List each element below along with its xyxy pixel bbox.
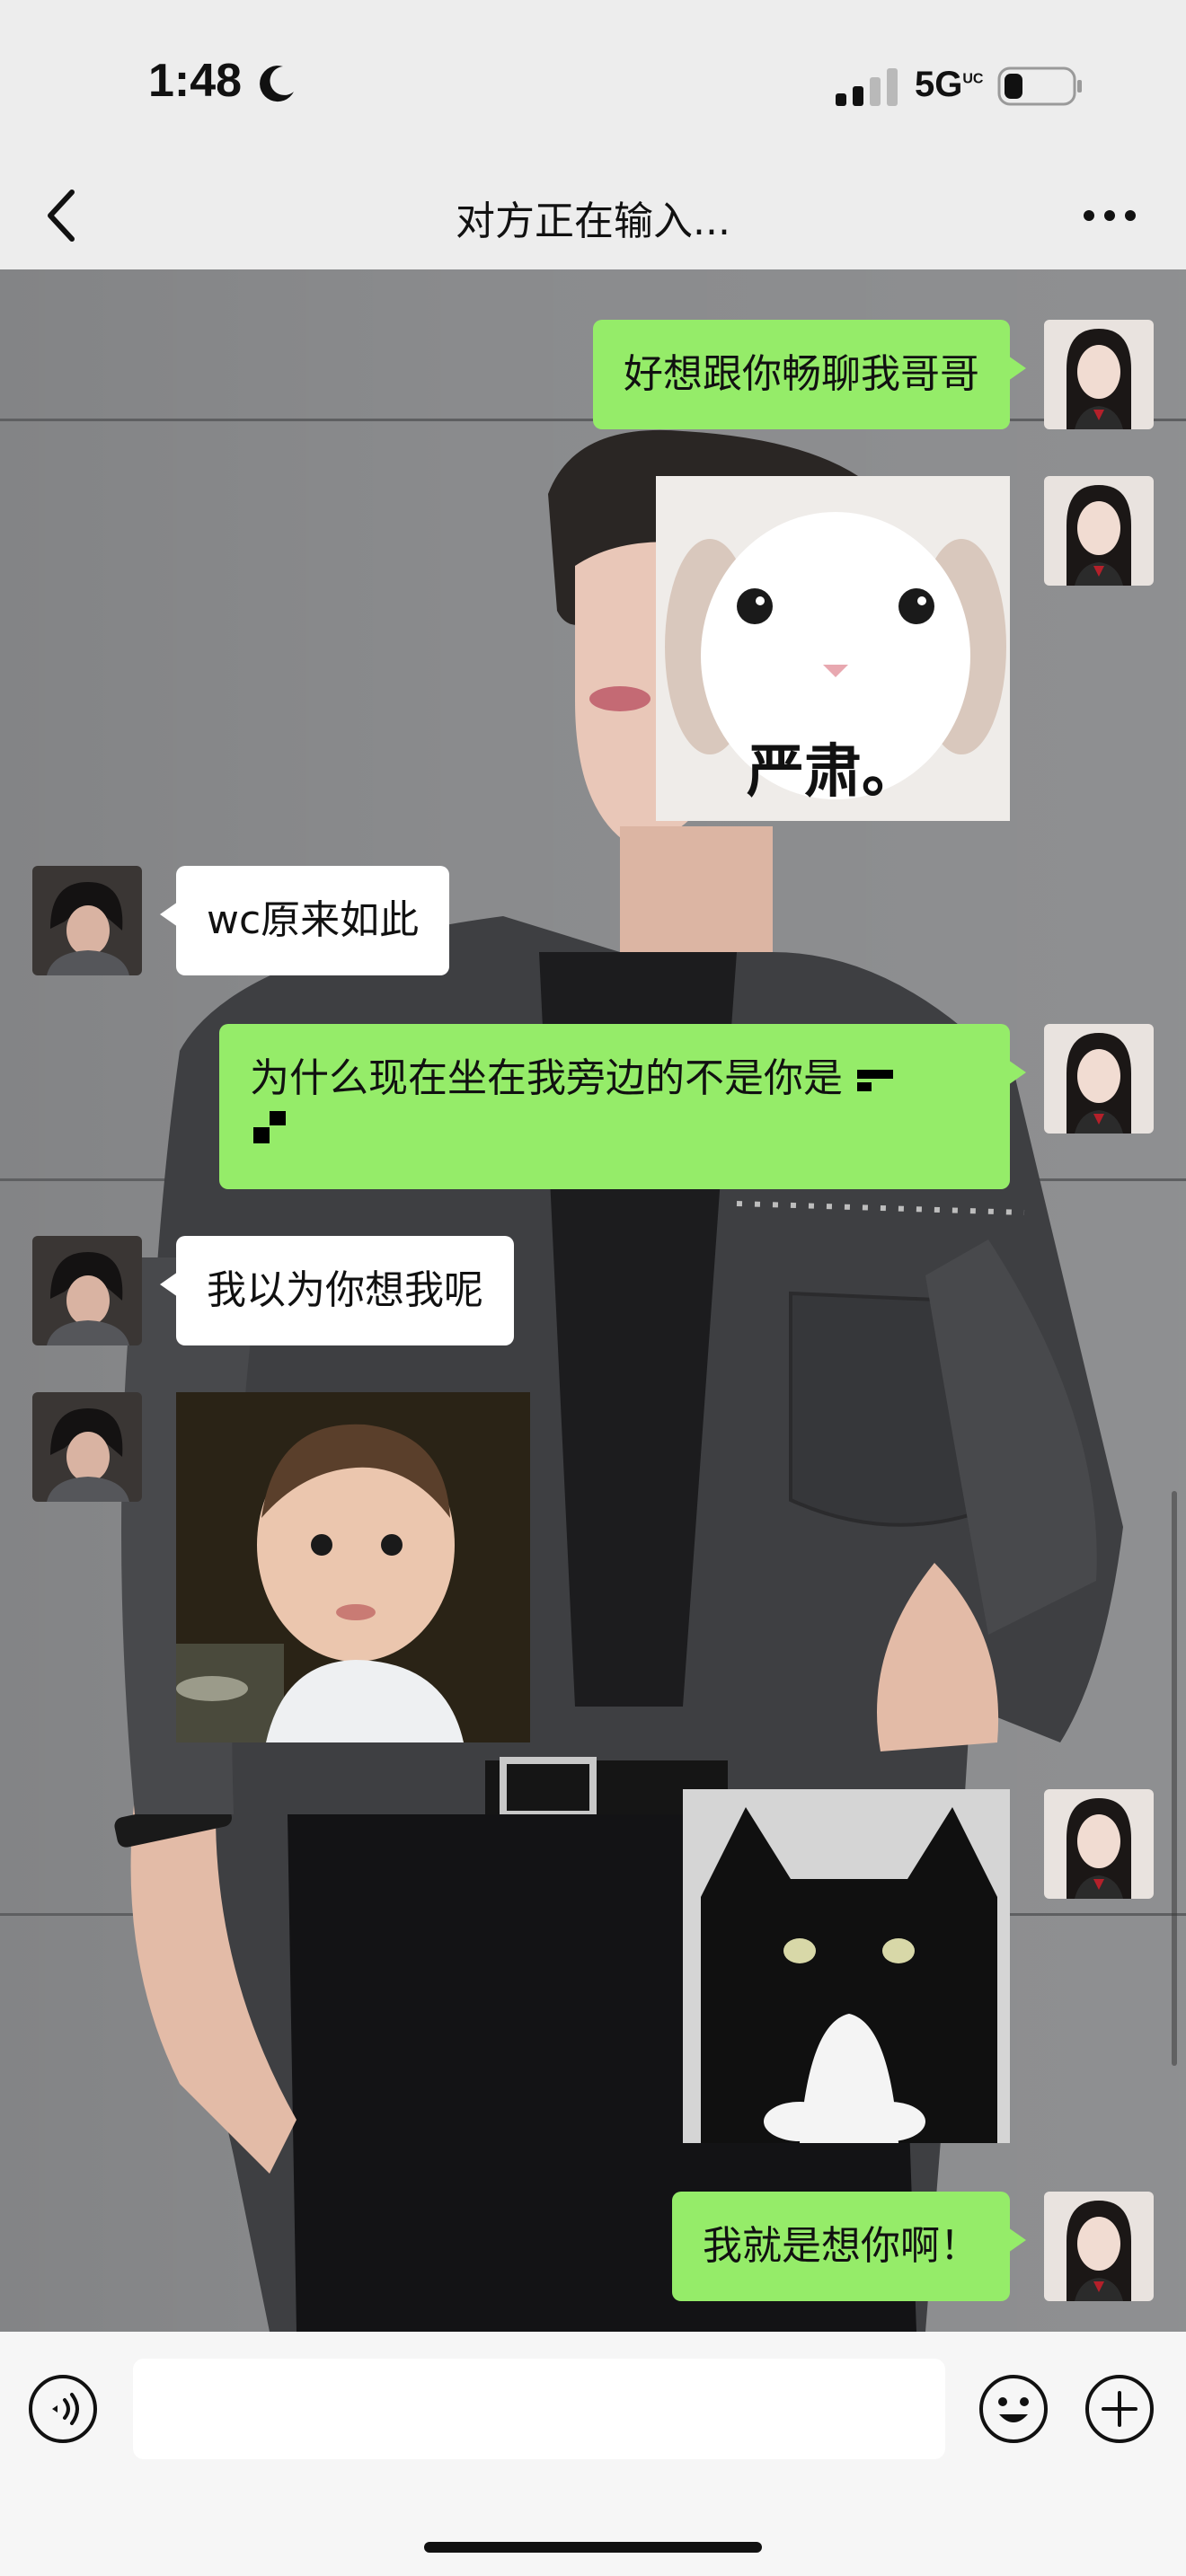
chat-header: 对方正在输入... bbox=[0, 162, 1186, 269]
emoji-icon[interactable] bbox=[978, 2373, 1049, 2445]
my-avatar[interactable] bbox=[1044, 1024, 1154, 1134]
my-avatar[interactable] bbox=[1044, 1789, 1154, 1899]
input-bar bbox=[0, 2332, 1186, 2576]
avatar-image bbox=[1044, 476, 1154, 586]
message-bubble-sent[interactable]: 我就是想你啊！ bbox=[672, 2192, 1026, 2301]
message-bubble-sent[interactable]: 为什么现在坐在我旁边的不是你是 bbox=[219, 1024, 1026, 1189]
message-input[interactable] bbox=[133, 2359, 945, 2459]
rabbit-sticker[interactable]: 严肃。 bbox=[656, 476, 1010, 821]
cat-sticker[interactable] bbox=[683, 1789, 1010, 2143]
contact-avatar[interactable] bbox=[32, 1236, 142, 1345]
scrollbar[interactable] bbox=[1172, 1491, 1177, 2066]
message-bubble-received[interactable]: 我以为你想我呢 bbox=[160, 1236, 514, 1345]
message-text: 为什么现在坐在我旁边的不是你是 bbox=[250, 1055, 843, 1101]
toddler-image bbox=[176, 1392, 530, 1742]
sticker-caption: 严肃。 bbox=[747, 739, 919, 806]
more-icon[interactable] bbox=[1078, 198, 1141, 234]
battery-icon bbox=[997, 66, 1082, 106]
status-time: 1:48 bbox=[148, 55, 243, 107]
avatar-image bbox=[32, 866, 142, 975]
my-avatar[interactable] bbox=[1044, 320, 1154, 429]
voice-icon[interactable] bbox=[27, 2373, 99, 2445]
contact-avatar[interactable] bbox=[32, 1392, 142, 1502]
avatar-image bbox=[32, 1236, 142, 1345]
home-indicator[interactable] bbox=[424, 2542, 762, 2553]
my-avatar[interactable] bbox=[1044, 476, 1154, 586]
avatar-image bbox=[1044, 320, 1154, 429]
message-bubble-sent[interactable]: 好想跟你畅聊我哥哥 bbox=[593, 320, 1026, 429]
avatar-image bbox=[1044, 1024, 1154, 1134]
network-type: 5GUC bbox=[915, 65, 984, 104]
plus-icon[interactable] bbox=[1084, 2373, 1155, 2445]
pixel-glyph-icon bbox=[253, 1111, 286, 1143]
chat-title: 对方正在输入... bbox=[456, 198, 730, 244]
cat-image bbox=[683, 1789, 1010, 2143]
pixel-glyph-icon bbox=[857, 1070, 893, 1091]
moon-icon bbox=[260, 66, 294, 102]
status-bar: 1:48 5GUC bbox=[0, 0, 1186, 162]
toddler-sticker[interactable] bbox=[176, 1392, 530, 1742]
chat-area[interactable]: 好想跟你畅聊我哥哥 严肃。 wc原来如此 为什么现在坐在我旁边的不是你是 我以为… bbox=[0, 269, 1186, 2332]
message-bubble-received[interactable]: wc原来如此 bbox=[159, 866, 450, 975]
avatar-image bbox=[1044, 1789, 1154, 1899]
signal-icon bbox=[836, 68, 898, 106]
my-avatar[interactable] bbox=[1044, 2192, 1154, 2301]
contact-avatar[interactable] bbox=[32, 866, 142, 975]
avatar-image bbox=[32, 1392, 142, 1502]
avatar-image bbox=[1044, 2192, 1154, 2301]
